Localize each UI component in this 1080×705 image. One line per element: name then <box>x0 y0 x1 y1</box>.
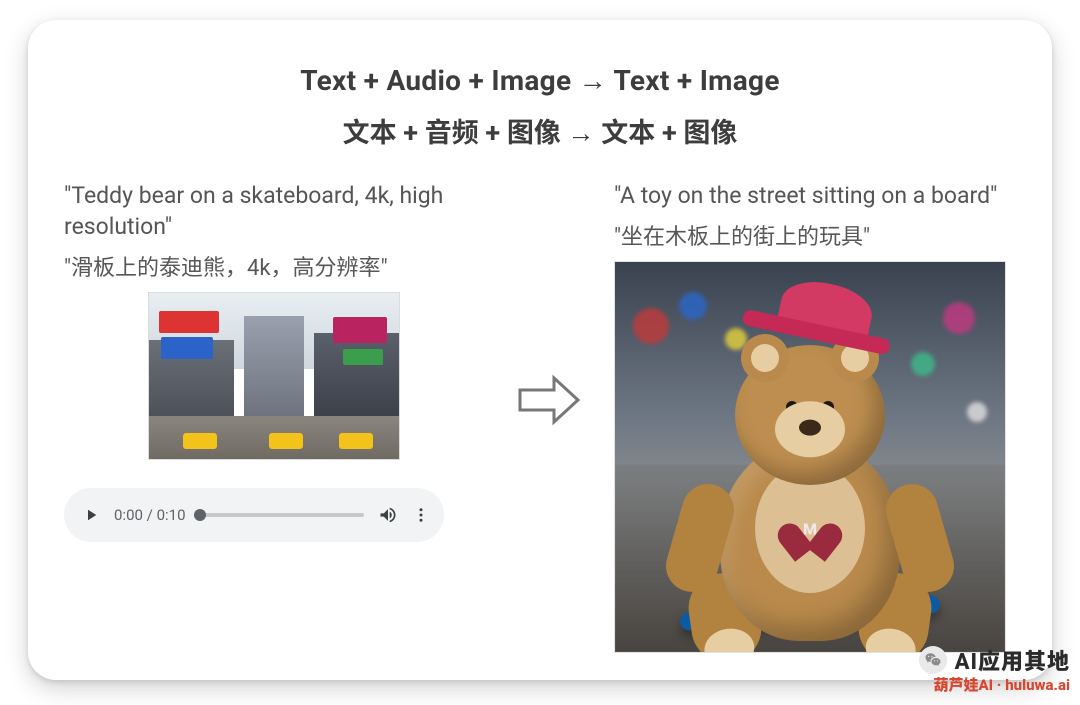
audio-seekbar[interactable] <box>200 513 364 517</box>
figure-title-block: Text + Audio + Image → Text + Image 文本 +… <box>64 64 1016 150</box>
input-image <box>148 292 400 460</box>
output-caption-zh: "坐在木板上的街上的玩具" <box>614 219 1016 251</box>
title-zh: 文本 + 音频 + 图像 → 文本 + 图像 <box>64 111 1016 150</box>
watermark-line1: AI应用其地 <box>955 644 1070 676</box>
figure-card: Text + Audio + Image → Text + Image 文本 +… <box>28 20 1052 680</box>
output-image: M <box>614 261 1006 653</box>
watermark-line2: 葫芦娃AI · huluwa.ai <box>919 674 1070 695</box>
play-icon[interactable] <box>82 506 100 524</box>
teddy-bear-graphic: M <box>680 339 940 639</box>
transform-arrow-icon <box>484 180 614 430</box>
input-column: "Teddy bear on a skateboard, 4k, high re… <box>64 180 484 542</box>
figure-content: "Teddy bear on a skateboard, 4k, high re… <box>64 180 1016 653</box>
output-column: "A toy on the street sitting on a board"… <box>614 180 1016 653</box>
audio-timestamp: 0:00 / 0:10 <box>114 506 186 524</box>
audio-duration: 0:10 <box>157 506 186 524</box>
watermark: AI应用其地 葫芦娃AI · huluwa.ai <box>919 644 1070 695</box>
audio-player[interactable]: 0:00 / 0:10 <box>64 488 444 542</box>
input-prompt-en: "Teddy bear on a skateboard, 4k, high re… <box>64 180 484 242</box>
wechat-icon <box>919 646 947 674</box>
title-en: Text + Audio + Image → Text + Image <box>64 64 1016 97</box>
audio-current-time: 0:00 <box>114 506 143 524</box>
volume-icon[interactable] <box>378 505 398 525</box>
output-caption-en: "A toy on the street sitting on a board" <box>614 180 1016 211</box>
more-icon[interactable] <box>412 506 430 524</box>
input-prompt-zh: "滑板上的泰迪熊，4k，高分辨率" <box>64 250 484 282</box>
